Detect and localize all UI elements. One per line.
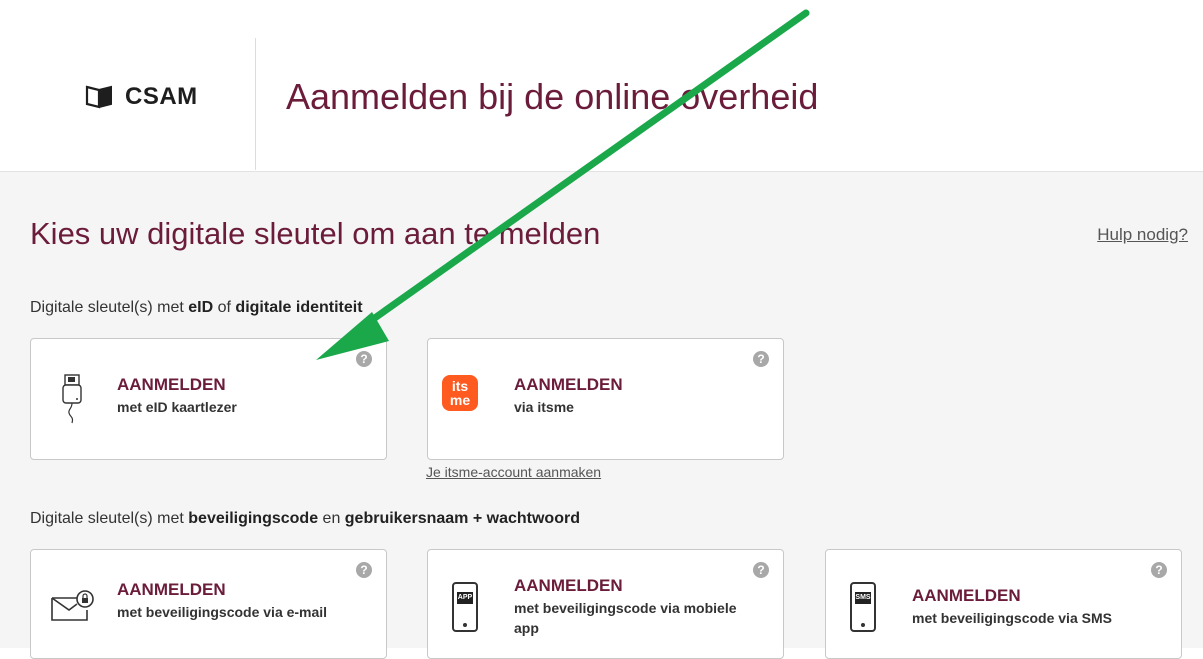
card-title: AANMELDEN xyxy=(912,586,1021,605)
card-subtitle: met eID kaartlezer xyxy=(117,399,237,415)
card-subtitle: met beveiligingscode via e-mail xyxy=(117,604,328,620)
itsme-icon: its me xyxy=(442,375,478,411)
login-eid-card[interactable]: ? AANMELDEN met eID kaartlezer xyxy=(30,338,387,460)
section-heading: Kies uw digitale sleutel om aan te melde… xyxy=(30,216,601,251)
help-question-icon[interactable]: ? xyxy=(753,351,769,367)
card-reader-icon xyxy=(62,374,82,424)
card-title: AANMELDEN xyxy=(514,375,623,394)
card-title: AANMELDEN xyxy=(117,375,226,394)
section-label-code: Digitale sleutel(s) met beveiligingscode… xyxy=(30,510,580,527)
help-question-icon[interactable]: ? xyxy=(356,351,372,367)
card-subtitle: via itsme xyxy=(514,399,574,415)
csam-logo-icon xyxy=(85,85,112,109)
login-mobile-app-card[interactable]: ? APP AANMELDEN met beveiligingscode via… xyxy=(427,549,784,659)
itsme-create-account-link[interactable]: Je itsme-account aanmaken xyxy=(426,464,601,480)
card-subtitle: met beveiligingscode via SMS xyxy=(912,610,1112,626)
page-header: CSAM Aanmelden bij de online overheid xyxy=(0,0,1203,172)
header-divider xyxy=(255,38,256,170)
page-title: Aanmelden bij de online overheid xyxy=(286,76,819,117)
help-question-icon[interactable]: ? xyxy=(1151,562,1167,578)
card-title: AANMELDEN xyxy=(117,580,226,599)
envelope-icon xyxy=(51,590,94,621)
section-label-eid: Digitale sleutel(s) met eID of digitale … xyxy=(30,299,363,316)
login-sms-card[interactable]: ? SMS AANMELDEN met beveiligingscode via… xyxy=(825,549,1182,659)
login-itsme-card[interactable]: ? its me AANMELDEN via itsme xyxy=(427,338,784,460)
card-subtitle: met beveiligingscode via mobiele app xyxy=(514,600,737,636)
csam-logo[interactable]: CSAM xyxy=(85,83,198,111)
main-content: Kies uw digitale sleutel om aan te melde… xyxy=(0,172,1203,659)
sms-phone-icon: SMS xyxy=(850,582,876,632)
login-email-card[interactable]: ? AANMELDEN met beveiligingscode via e-m… xyxy=(30,549,387,659)
help-question-icon[interactable]: ? xyxy=(753,562,769,578)
card-title: AANMELDEN xyxy=(514,576,623,595)
logo-text: CSAM xyxy=(125,83,198,110)
mobile-app-icon: APP xyxy=(452,582,478,632)
help-question-icon[interactable]: ? xyxy=(356,562,372,578)
help-link[interactable]: Hulp nodig? xyxy=(1097,225,1188,245)
